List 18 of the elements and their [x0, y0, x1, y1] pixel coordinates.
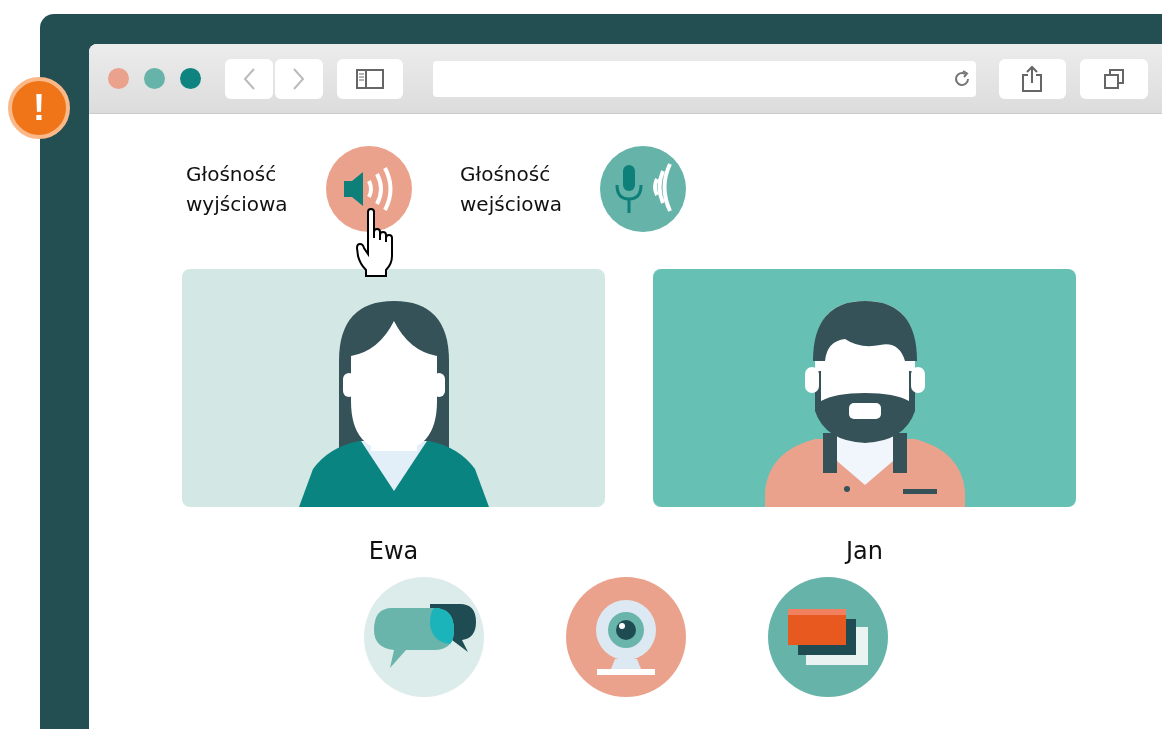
sidebar-icon [355, 68, 384, 89]
sidebar-button[interactable] [337, 58, 403, 99]
tabs-button[interactable] [1080, 58, 1148, 99]
close-window-dot[interactable] [108, 68, 129, 89]
volume-label: Głośność wyjściowa [186, 161, 289, 218]
webcam-icon [593, 597, 659, 677]
chevron-left-icon [242, 66, 256, 91]
alert-badge: ! [8, 77, 70, 139]
share-icon [1021, 64, 1044, 93]
minimize-window-dot[interactable] [144, 68, 165, 89]
chevron-right-icon [292, 66, 306, 91]
participant-name: Ewa [368, 537, 419, 565]
share-button[interactable] [998, 58, 1067, 99]
tabs-icon [1103, 67, 1126, 90]
participant-name: Jan [846, 537, 883, 565]
overlapping-windows-icon [788, 609, 868, 665]
volume-label: Głośność wejściowa [460, 161, 564, 218]
zoom-window-dot[interactable] [180, 68, 201, 89]
